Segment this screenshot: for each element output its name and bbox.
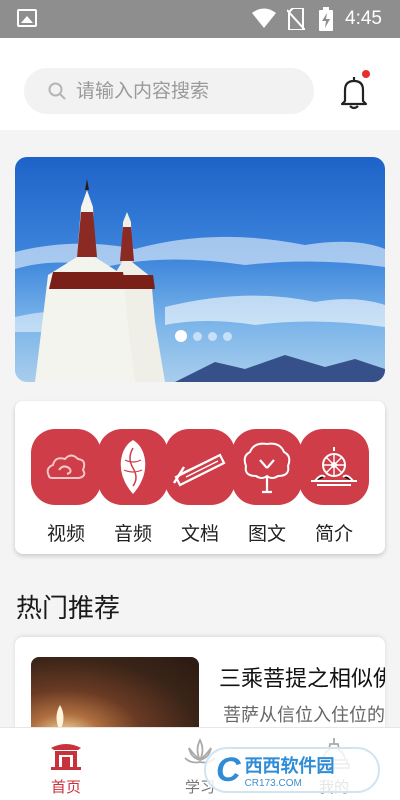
- video-tile[interactable]: [31, 429, 101, 505]
- top-bar: [0, 38, 400, 130]
- category-article[interactable]: 图文: [232, 429, 302, 546]
- category-label: 文档: [180, 523, 219, 545]
- scroll-icon: [172, 453, 226, 487]
- category-label: 简介: [314, 523, 353, 545]
- search-bar[interactable]: [24, 68, 314, 114]
- carousel-dot[interactable]: [208, 331, 217, 341]
- no-sim-icon: [287, 8, 305, 30]
- carousel-indicators: [175, 330, 232, 342]
- recommend-card[interactable]: 三乘菩提之相似佛 菩萨从信位入住位的: [15, 637, 385, 737]
- category-document[interactable]: 文档: [165, 429, 235, 546]
- tab-label: 首页: [50, 778, 81, 796]
- conch-shell-icon: [120, 440, 146, 494]
- status-bar: 4:45: [0, 0, 400, 38]
- search-icon: [48, 82, 66, 100]
- battery-charging-icon: [319, 7, 333, 31]
- card-subtitle: 菩萨从信位入住位的: [223, 705, 385, 726]
- temple-icon: [51, 744, 81, 770]
- audio-tile[interactable]: [98, 429, 168, 505]
- banner-carousel[interactable]: [15, 157, 385, 382]
- banner-image: [15, 179, 385, 382]
- carousel-dot[interactable]: [223, 331, 232, 341]
- article-tile[interactable]: [232, 429, 302, 505]
- category-audio[interactable]: 音频: [98, 429, 168, 546]
- image-icon: [17, 9, 37, 27]
- carousel-dot[interactable]: [175, 330, 187, 342]
- notification-badge: [362, 70, 370, 78]
- tab-home[interactable]: 首页: [26, 736, 106, 797]
- category-intro[interactable]: 简介: [299, 429, 369, 546]
- wifi-icon: [252, 8, 276, 28]
- notification-button[interactable]: [334, 70, 374, 112]
- cloud-icon: [46, 454, 86, 479]
- category-panel: 视频 音频 文档 图文 简介: [15, 401, 385, 554]
- dharma-wheel-icon: [311, 447, 357, 486]
- watermark-logo: C 西西软件园 CR173.COM: [204, 747, 380, 793]
- category-label: 图文: [247, 523, 286, 545]
- carousel-dot[interactable]: [193, 331, 202, 341]
- bell-icon: [340, 77, 368, 110]
- watermark-mark: C: [216, 750, 241, 789]
- category-label: 视频: [46, 523, 85, 545]
- watermark-sub: CR173.COM: [244, 777, 302, 789]
- category-video[interactable]: 视频: [31, 429, 101, 546]
- search-input[interactable]: [76, 80, 296, 102]
- tree-icon: [243, 442, 291, 494]
- watermark-main: 西西软件园: [244, 755, 335, 777]
- watermark-text: 西西软件园 CR173.COM: [245, 752, 335, 789]
- card-title: 三乘菩提之相似佛: [219, 667, 385, 692]
- card-thumbnail: [31, 657, 199, 737]
- status-time: 4:45: [345, 8, 382, 29]
- document-tile[interactable]: [165, 429, 235, 505]
- section-title: 热门推荐: [16, 594, 121, 624]
- intro-tile[interactable]: [299, 429, 369, 505]
- category-label: 音频: [113, 523, 152, 545]
